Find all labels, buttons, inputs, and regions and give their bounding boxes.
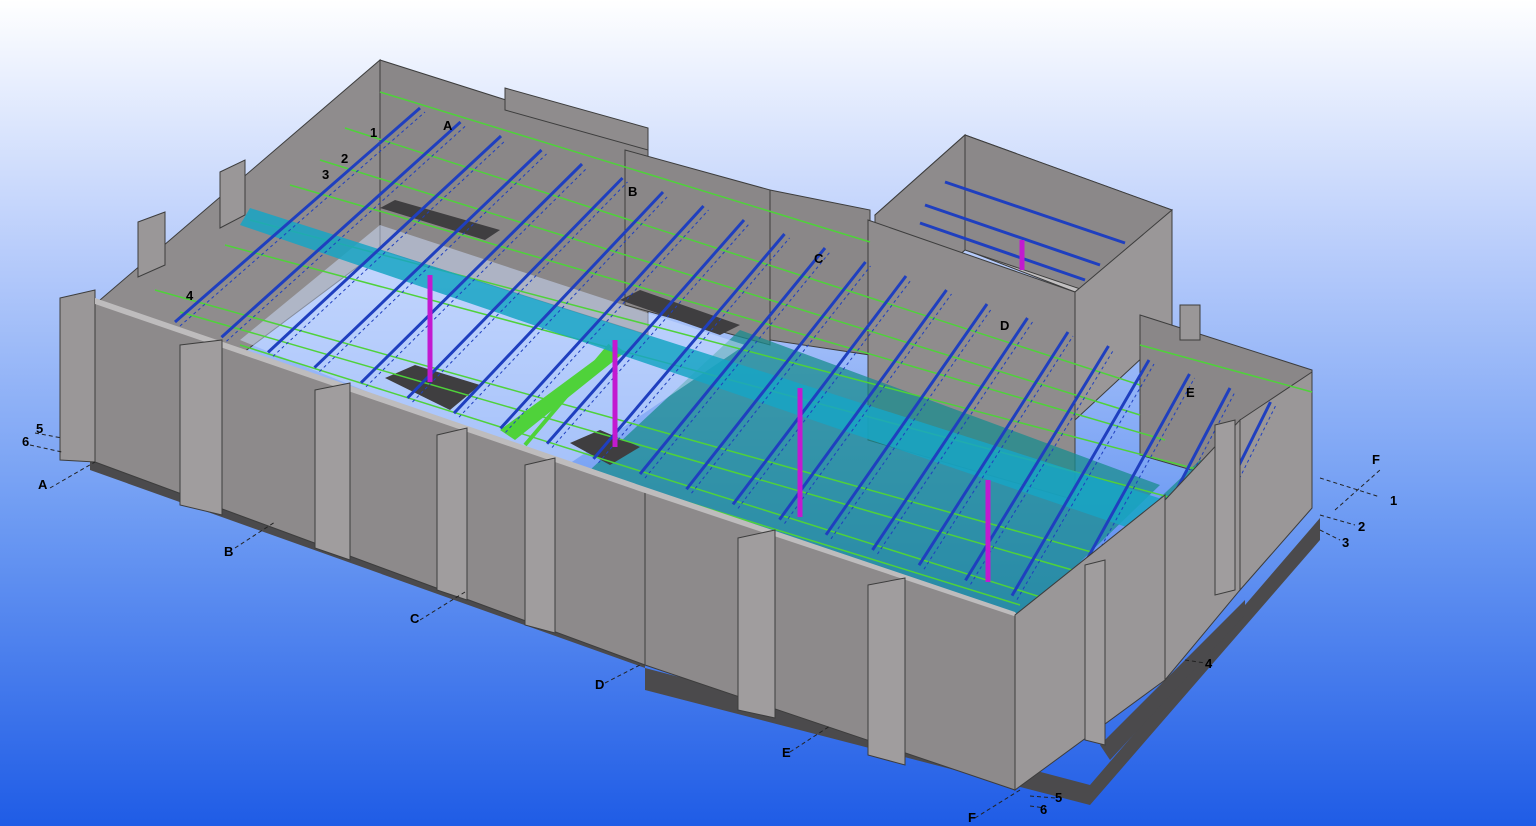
roof-label-d: D [1000,318,1009,333]
structural-model-view: A B C D E F 5 6 5 6 F 1 2 3 4 A B C D E … [22,58,1397,825]
axis-label-a: A [38,477,48,492]
axis-label-b: B [224,544,233,559]
pilaster-back-3 [59,289,96,463]
pilaster-back-2 [137,211,166,278]
roof-label-c: C [814,251,824,266]
axis-label-6-bottom: 6 [1040,802,1047,817]
axis-label-4-right: 4 [1205,656,1213,671]
axis-label-1-right: 1 [1390,493,1397,508]
axis-label-f: F [968,810,976,825]
axis-label-c: C [410,611,420,626]
axis-label-e: E [782,745,791,760]
axis-label-5-left: 5 [36,421,43,436]
wing-e-pilaster [1179,304,1201,341]
axis-label-3-right: 3 [1342,535,1349,550]
roof-label-b: B [628,184,637,199]
roof-label-1: 1 [370,125,377,140]
roof-label-3: 3 [322,167,329,182]
axis-label-f-right: F [1372,452,1380,467]
roof-label-e: E [1186,385,1195,400]
right-end-pilaster-2 [1214,419,1236,596]
right-end-pilaster [1084,559,1106,746]
axis-label-2-right: 2 [1358,519,1365,534]
axis-label-5-bottom: 5 [1055,790,1062,805]
axis-label-d: D [595,677,604,692]
roof-label-2: 2 [341,151,348,166]
3d-model-viewport[interactable]: A B C D E F 5 6 5 6 F 1 2 3 4 A B C D E … [0,0,1536,826]
roof-label-4: 4 [186,288,194,303]
back-wall-right [769,189,871,356]
axis-label-6-left: 6 [22,434,29,449]
roof-label-a: A [443,118,453,133]
